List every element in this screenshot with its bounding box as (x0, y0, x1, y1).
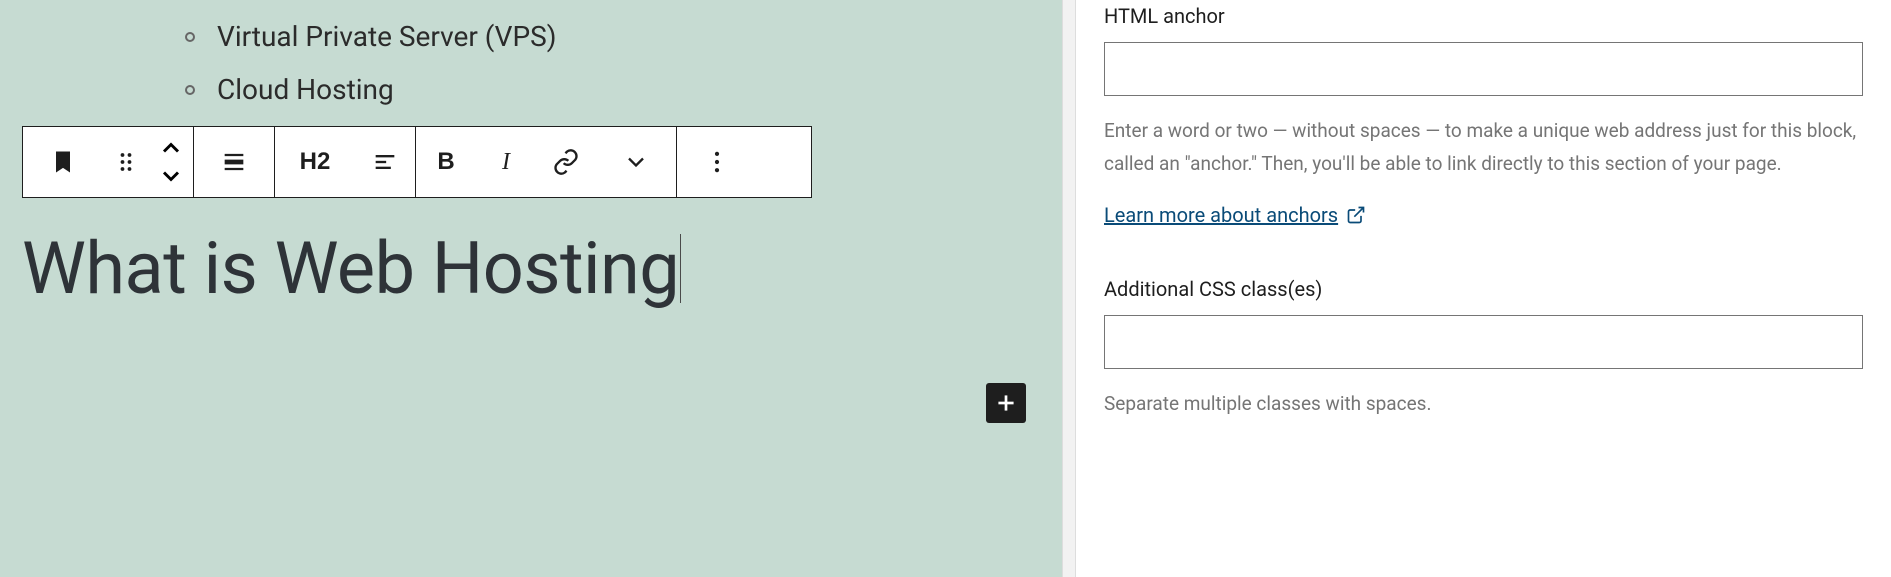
settings-sidebar: HTML anchor Enter a word or two — withou… (1076, 0, 1891, 577)
drag-icon (112, 148, 140, 176)
more-rich-text-button[interactable] (596, 127, 676, 197)
text-align-button[interactable] (355, 127, 415, 197)
bullet-icon (185, 32, 195, 42)
heading-level-label: H2 (300, 148, 331, 176)
text-align-left-icon (371, 148, 399, 176)
align-icon (220, 148, 248, 176)
plus-icon (993, 390, 1019, 416)
link-icon (552, 148, 580, 176)
italic-icon: I (502, 149, 510, 176)
list-item-text: Cloud Hosting (217, 63, 394, 116)
options-button[interactable] (677, 127, 757, 197)
list-item[interactable]: Cloud Hosting (185, 63, 1062, 116)
css-classes-help: Separate multiple classes with spaces. (1104, 387, 1863, 420)
bullet-icon (185, 85, 195, 95)
chevron-up-icon (157, 134, 185, 162)
html-anchor-help: Enter a word or two — without spaces — t… (1104, 114, 1863, 181)
bold-button[interactable]: B (416, 127, 476, 197)
external-link-icon (1346, 205, 1366, 225)
chevron-down-icon (622, 148, 650, 176)
editor-canvas: Virtual Private Server (VPS) Cloud Hosti… (0, 0, 1062, 577)
html-anchor-input[interactable] (1104, 42, 1863, 96)
move-down-button[interactable] (157, 162, 185, 197)
add-block-button[interactable] (986, 383, 1026, 423)
css-classes-label: Additional CSS class(es) (1104, 277, 1863, 301)
more-vertical-icon (703, 148, 731, 176)
bold-icon: B (437, 148, 454, 176)
learn-more-anchors-link[interactable]: Learn more about anchors (1104, 203, 1366, 227)
list-item-text: Virtual Private Server (VPS) (217, 10, 557, 63)
list-block[interactable]: Virtual Private Server (VPS) Cloud Hosti… (0, 0, 1062, 116)
italic-button[interactable]: I (476, 127, 536, 197)
link-button[interactable] (536, 127, 596, 197)
html-anchor-label: HTML anchor (1104, 4, 1863, 28)
bookmark-icon (49, 148, 77, 176)
heading-block[interactable]: What is Web Hosting (22, 226, 679, 311)
chevron-down-icon (157, 162, 185, 190)
move-controls (148, 127, 193, 197)
move-up-button[interactable] (157, 127, 185, 162)
align-button[interactable] (194, 127, 274, 197)
list-item[interactable]: Virtual Private Server (VPS) (185, 10, 1062, 63)
css-classes-input[interactable] (1104, 315, 1863, 369)
drag-handle-button[interactable] (103, 127, 148, 197)
block-type-button[interactable] (23, 127, 103, 197)
block-toolbar: H2 B I (22, 126, 812, 198)
heading-level-button[interactable]: H2 (275, 127, 355, 197)
panel-divider (1062, 0, 1076, 577)
link-text: Learn more about anchors (1104, 203, 1338, 227)
